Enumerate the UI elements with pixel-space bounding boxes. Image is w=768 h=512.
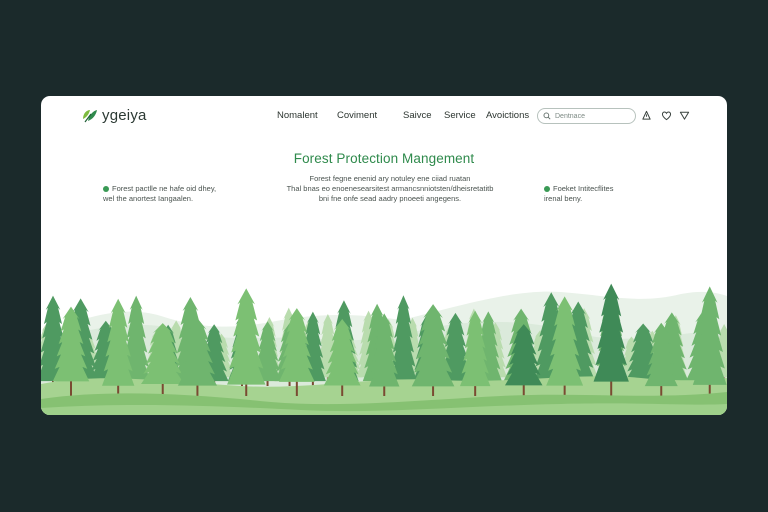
top-nav: Nomalent Coviment Saivce Service Avoicti… bbox=[277, 110, 546, 121]
leaf-logo-icon bbox=[83, 110, 97, 123]
info-middle-line1: Forest fegne enenid ary notuley ene ciia… bbox=[309, 174, 471, 183]
search-box[interactable] bbox=[537, 108, 636, 124]
bell-icon[interactable] bbox=[641, 110, 652, 121]
nav-item-saivce[interactable]: Saivce bbox=[403, 110, 444, 121]
chevron-down-icon[interactable] bbox=[679, 110, 690, 121]
info-middle-line2: Thal bnas eo enoenesearsitest armancsnni… bbox=[286, 184, 494, 193]
search-input[interactable] bbox=[555, 112, 627, 120]
nav-item-nomalent[interactable]: Nomalent bbox=[277, 110, 337, 121]
main-card: ygeiya Nomalent Coviment Saivce Service … bbox=[41, 96, 727, 415]
page-title: Forest Protection Mangement bbox=[293, 151, 475, 166]
heart-icon[interactable] bbox=[661, 110, 672, 121]
search-icon bbox=[543, 112, 551, 120]
brand-name: ygeiya bbox=[102, 106, 147, 124]
bullet-dot bbox=[544, 185, 550, 192]
info-left-line1: Forest pactlle ne hafe oid dhey, bbox=[112, 184, 217, 193]
nav-item-coviment[interactable]: Coviment bbox=[337, 110, 403, 121]
bullet-dot bbox=[103, 185, 109, 192]
brand-logo[interactable]: ygeiya bbox=[81, 106, 147, 124]
nav-item-service[interactable]: Service bbox=[444, 110, 486, 121]
info-right-line1: Foeket Intitecflites bbox=[553, 184, 614, 193]
forest-illustration bbox=[41, 283, 727, 415]
header: ygeiya Nomalent Coviment Saivce Service … bbox=[41, 96, 727, 136]
